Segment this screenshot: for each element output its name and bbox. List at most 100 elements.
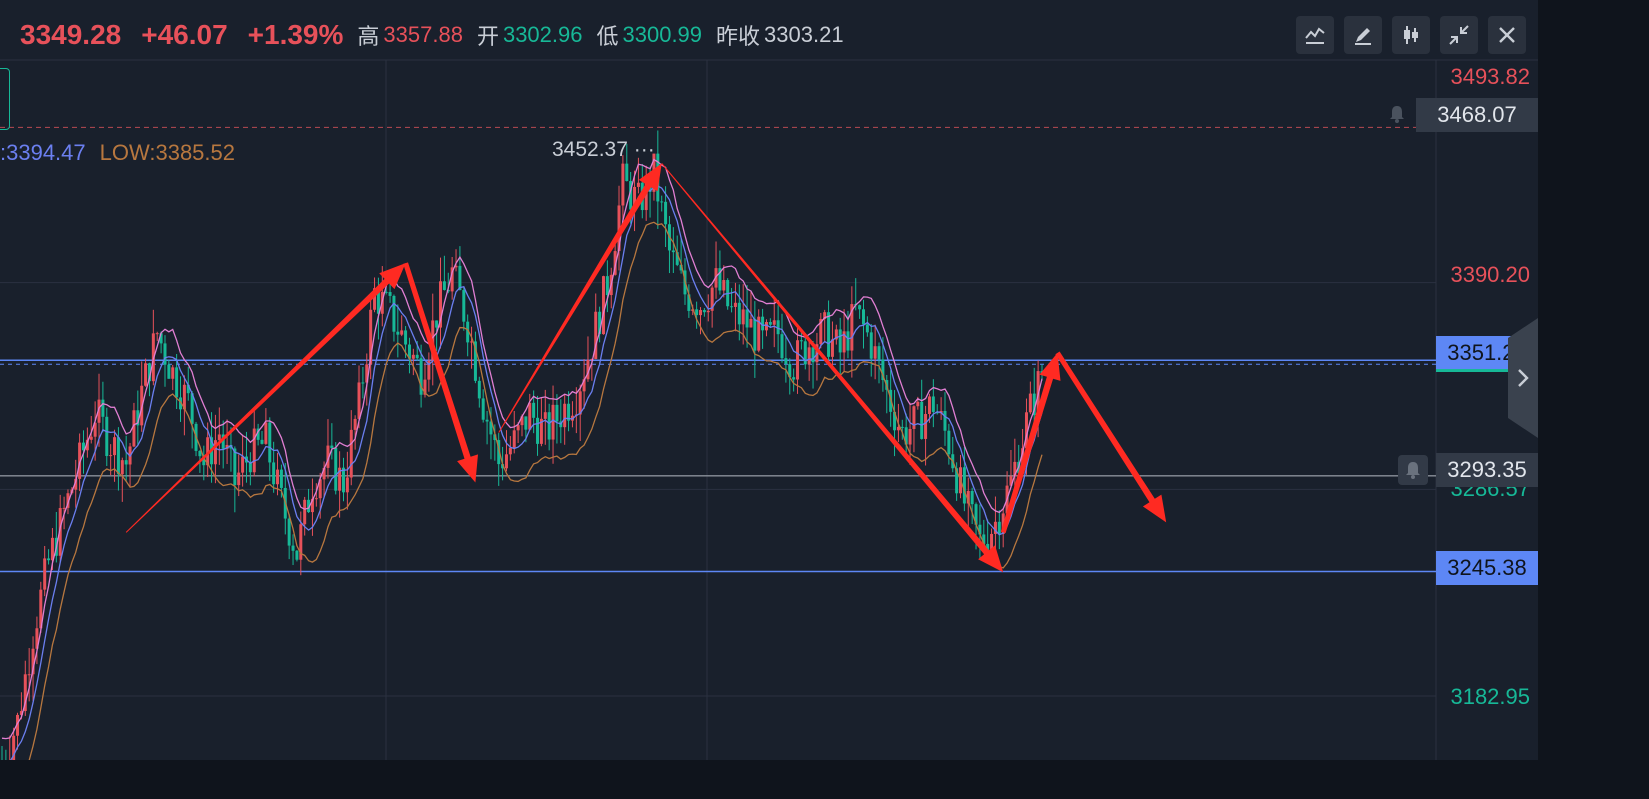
candle-body <box>27 674 31 676</box>
left-panel-tab[interactable] <box>0 68 10 130</box>
open-label: 开 <box>476 24 499 49</box>
bottom-strip <box>0 760 1538 799</box>
alert-bell-mid[interactable] <box>1398 455 1428 485</box>
candle-body <box>485 419 489 422</box>
candle-body <box>361 382 365 384</box>
candle-body <box>749 318 753 328</box>
candle-body <box>528 402 532 430</box>
candle-body <box>671 250 675 253</box>
candle-body <box>353 418 357 430</box>
candle-body <box>772 320 776 325</box>
candle-body <box>524 416 528 430</box>
candle-body <box>442 281 446 290</box>
candle-body <box>827 312 831 357</box>
candle-body <box>124 460 128 465</box>
candle-body <box>605 276 609 296</box>
candle-body <box>741 309 745 325</box>
indicator-button[interactable] <box>1296 16 1334 54</box>
candle-body <box>908 428 912 445</box>
candle-body <box>737 302 741 325</box>
candle-body <box>43 558 47 590</box>
bell-icon <box>1406 462 1420 479</box>
prev-close-value: 3303.21 <box>764 22 844 47</box>
candle-body <box>830 339 834 357</box>
candlestick-icon <box>1404 26 1418 44</box>
candle-body <box>341 467 345 493</box>
candle-body <box>702 310 706 313</box>
alert-price-tag[interactable]: 3293.35 <box>1436 453 1538 487</box>
candle-body <box>900 426 904 428</box>
low-value: 3300.99 <box>622 22 703 47</box>
candle-body <box>947 430 951 455</box>
candle-body <box>62 507 66 509</box>
alert-bell-high[interactable] <box>1382 99 1412 129</box>
candle-body <box>512 430 516 448</box>
candle-body <box>217 434 221 441</box>
candle-body <box>458 265 462 291</box>
candle-body <box>167 364 171 379</box>
ma-high-value: :3394.47 <box>0 140 86 165</box>
candle-body <box>357 382 361 419</box>
candle-body <box>722 280 726 291</box>
candle-body <box>858 305 862 310</box>
candle-body <box>695 309 699 316</box>
candle-body <box>916 401 920 407</box>
candle-body <box>621 163 625 206</box>
candle-body <box>171 367 175 379</box>
price-chart[interactable] <box>0 0 1538 760</box>
candle-body <box>536 417 540 444</box>
candle-body <box>291 545 295 551</box>
candle-body <box>920 401 924 439</box>
candle-body <box>730 306 734 308</box>
candle-body <box>796 340 800 380</box>
candle-body <box>349 429 353 478</box>
candle-body <box>334 447 338 491</box>
draw-button[interactable] <box>1344 16 1382 54</box>
candle-body <box>435 320 439 328</box>
candle-body <box>175 367 179 398</box>
candle-body <box>144 363 148 386</box>
candle-body <box>295 550 299 560</box>
candle-body <box>105 416 109 457</box>
candle-body <box>799 340 803 342</box>
candle-body <box>753 318 757 351</box>
candle-body <box>865 324 869 333</box>
candle-body <box>132 410 136 447</box>
candle-body <box>276 469 280 485</box>
candle-body <box>287 518 291 546</box>
candle-type-button[interactable] <box>1392 16 1430 54</box>
candle-body <box>931 396 935 412</box>
candle-body <box>532 402 536 418</box>
chart-panel[interactable]: 3349.28 +46.07 +1.39% 高 3357.88 开 3302.9… <box>0 0 1538 760</box>
candle-body <box>838 329 842 353</box>
axis-tick-label: 3182.95 <box>1450 684 1530 709</box>
candle-body <box>303 499 307 525</box>
candle-body <box>551 404 555 440</box>
candle-body <box>625 163 629 182</box>
candle-body <box>330 445 334 448</box>
candle-body <box>768 322 772 325</box>
indicator-icon <box>1305 27 1325 44</box>
candle-body <box>792 377 796 380</box>
support-price-tag[interactable]: 3245.38 <box>1436 551 1538 585</box>
candle-body <box>462 290 466 322</box>
peak-value: 3452.37 <box>552 138 628 161</box>
trend-arrow <box>661 163 1004 573</box>
trend-arrow <box>1000 352 1061 534</box>
expand-side-panel-button[interactable] <box>1508 318 1538 438</box>
candle-body <box>547 412 551 440</box>
candle-body <box>47 558 51 561</box>
candle-body <box>516 425 520 431</box>
candle-body <box>745 309 749 328</box>
candle-body <box>481 398 485 420</box>
candle-body <box>877 346 881 360</box>
candle-body <box>241 456 245 473</box>
candle-body <box>89 436 93 440</box>
candle-body <box>861 309 865 325</box>
candle-body <box>543 412 547 419</box>
candle-body <box>411 354 415 359</box>
candle-body <box>601 276 605 335</box>
axis-tick-label: 3390.20 <box>1450 262 1530 287</box>
candle-body <box>260 439 264 444</box>
alert-price-tag[interactable]: 3468.07 <box>1416 98 1538 132</box>
